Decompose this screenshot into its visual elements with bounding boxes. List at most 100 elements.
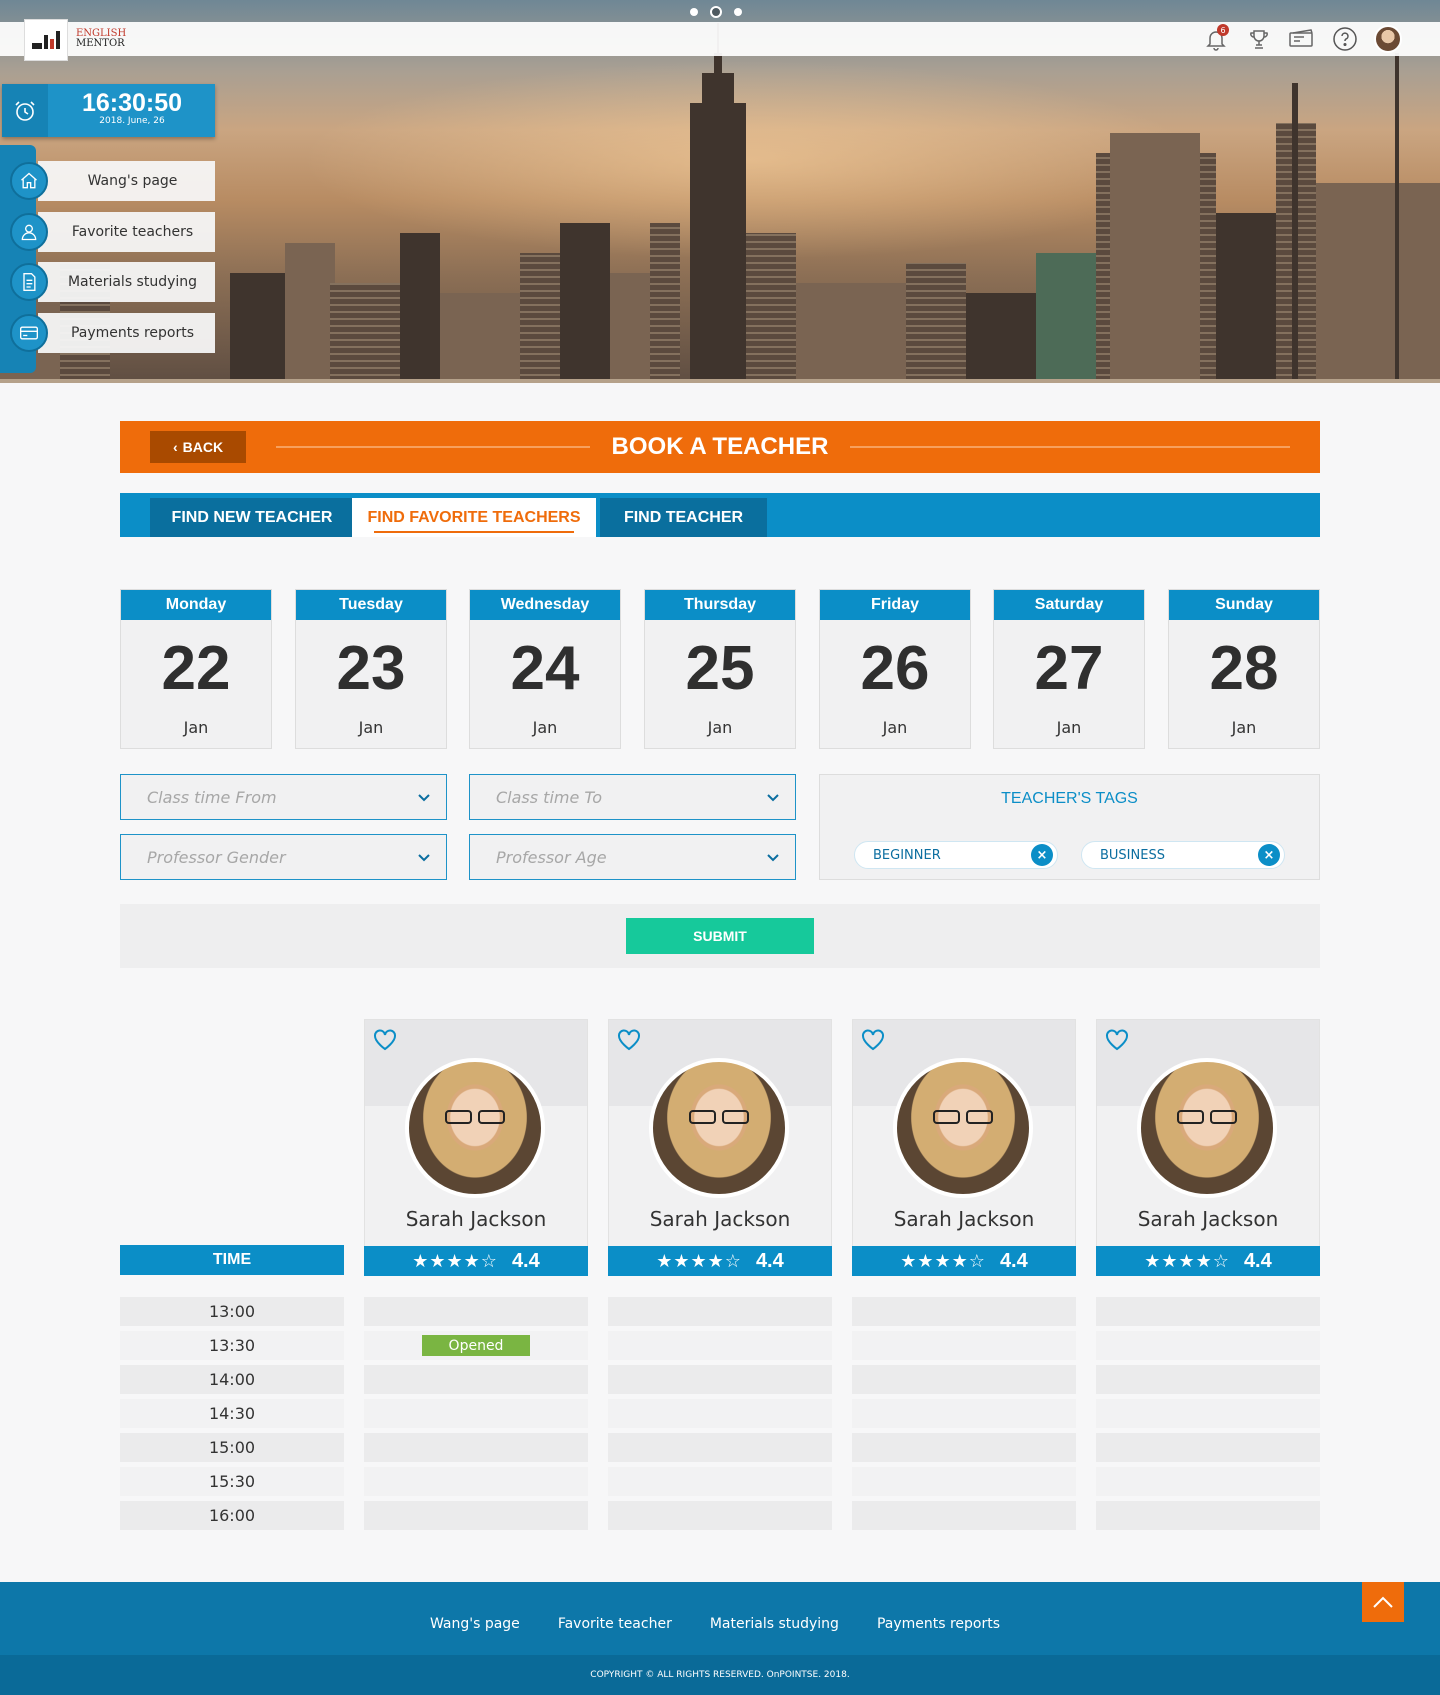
remove-tag-icon[interactable]: × <box>1031 844 1053 866</box>
copyright-text: COPYRIGHT © ALL RIGHTS RESERVED. OnPOINT… <box>0 1655 1440 1695</box>
day-card[interactable]: Friday 26 Jan <box>819 589 971 749</box>
sidebar-item-payments-reports[interactable]: Payments reports <box>10 313 215 353</box>
credit-card-icon <box>10 314 48 352</box>
remove-tag-icon[interactable]: × <box>1258 844 1280 866</box>
slot-cell[interactable] <box>1096 1297 1320 1326</box>
slot-cell[interactable] <box>1096 1467 1320 1496</box>
scroll-to-top-button[interactable] <box>1362 1582 1404 1622</box>
divider-line <box>850 446 1290 448</box>
slot-cell[interactable] <box>1096 1365 1320 1394</box>
slot-cell[interactable] <box>364 1365 588 1394</box>
slot-cell[interactable] <box>364 1433 588 1462</box>
opened-slot-badge[interactable]: Opened <box>422 1335 530 1356</box>
sidebar-item-label: Payments reports <box>38 313 215 353</box>
carousel-dot[interactable] <box>734 8 742 16</box>
carousel-dots <box>690 6 742 18</box>
day-name: Tuesday <box>296 590 446 620</box>
day-card[interactable]: Thursday 25 Jan <box>644 589 796 749</box>
tab-bar: FIND NEW TEACHER FIND FAVORITE TEACHERS … <box>120 493 1320 537</box>
slot-cell[interactable] <box>608 1365 832 1394</box>
teacher-card[interactable]: Sarah Jackson ★★★★☆ 4.4 <box>364 1019 588 1276</box>
teacher-card[interactable]: Sarah Jackson ★★★★☆ 4.4 <box>1096 1019 1320 1276</box>
slot-cell[interactable] <box>852 1365 1076 1394</box>
day-card[interactable]: Sunday 28 Jan <box>1168 589 1320 749</box>
select-placeholder: Professor Gender <box>147 847 286 867</box>
footer-link-materials-studying[interactable]: Materials studying <box>710 1616 839 1632</box>
day-card[interactable]: Monday 22 Jan <box>120 589 272 749</box>
slot-cell[interactable]: Opened <box>364 1331 588 1360</box>
day-card[interactable]: Tuesday 23 Jan <box>295 589 447 749</box>
day-month: Jan <box>882 718 908 737</box>
class-time-to-select[interactable]: Class time To <box>469 774 796 820</box>
professor-age-select[interactable]: Professor Age <box>469 834 796 880</box>
heart-icon[interactable] <box>373 1029 397 1051</box>
class-time-from-select[interactable]: Class time From <box>120 774 447 820</box>
footer-link-wangs-page[interactable]: Wang's page <box>430 1616 520 1632</box>
slot-cell[interactable] <box>852 1433 1076 1462</box>
slot-cell[interactable] <box>1096 1433 1320 1462</box>
carousel-dot[interactable] <box>690 8 698 16</box>
heart-icon[interactable] <box>1105 1029 1129 1051</box>
tab-find-favorite-teachers[interactable]: FIND FAVORITE TEACHERS <box>352 498 596 537</box>
day-card[interactable]: Wednesday 24 Jan <box>469 589 621 749</box>
header-icons: 6 <box>1202 24 1402 53</box>
slot-cell[interactable] <box>608 1297 832 1326</box>
slot-cell[interactable] <box>608 1467 832 1496</box>
rating-score: 4.4 <box>755 1249 784 1272</box>
logo[interactable] <box>24 19 68 61</box>
back-button[interactable]: ‹ BACK <box>150 431 246 463</box>
help-icon[interactable] <box>1331 25 1359 53</box>
slot-cell[interactable] <box>852 1331 1076 1360</box>
sidebar-item-wangs-page[interactable]: Wang's page <box>10 161 215 201</box>
slot-cell[interactable] <box>852 1399 1076 1428</box>
bell-icon[interactable]: 6 <box>1202 24 1230 53</box>
sidebar-item-label: Favorite teachers <box>38 212 215 252</box>
slot-cell[interactable] <box>364 1399 588 1428</box>
sidebar-item-materials-studying[interactable]: Materials studying <box>10 262 215 302</box>
slot-cell[interactable] <box>364 1467 588 1496</box>
carousel-dot-active[interactable] <box>710 6 722 18</box>
teacher-card[interactable]: Sarah Jackson ★★★★☆ 4.4 <box>608 1019 832 1276</box>
schedule-row: 15:30 <box>120 1467 1320 1496</box>
select-placeholder: Class time To <box>496 787 602 807</box>
ticket-icon[interactable] <box>1288 25 1316 53</box>
slot-cell[interactable] <box>608 1433 832 1462</box>
slot-cell[interactable] <box>608 1501 832 1530</box>
teacher-photo <box>1137 1058 1277 1198</box>
select-placeholder: Professor Age <box>496 847 607 867</box>
day-name: Sunday <box>1169 590 1319 620</box>
user-avatar[interactable] <box>1374 25 1402 53</box>
teacher-rating: ★★★★☆ 4.4 <box>852 1246 1076 1276</box>
slot-cell[interactable] <box>364 1297 588 1326</box>
footer-link-favorite-teacher[interactable]: Favorite teacher <box>558 1616 672 1632</box>
day-month: Jan <box>532 718 558 737</box>
submit-button[interactable]: SUBMIT <box>626 918 814 954</box>
sidebar-item-favorite-teachers[interactable]: Favorite teachers <box>10 212 215 252</box>
slot-cell[interactable] <box>608 1331 832 1360</box>
teacher-rating: ★★★★☆ 4.4 <box>364 1246 588 1276</box>
clock-widget: 16:30:50 2018. June, 26 <box>2 84 215 137</box>
heart-icon[interactable] <box>861 1029 885 1051</box>
slot-cell[interactable] <box>1096 1331 1320 1360</box>
slot-cell[interactable] <box>852 1501 1076 1530</box>
slot-cell[interactable] <box>364 1501 588 1530</box>
chevron-up-icon <box>1373 1596 1393 1608</box>
slot-cell[interactable] <box>852 1297 1076 1326</box>
slot-cell[interactable] <box>852 1467 1076 1496</box>
chevron-down-icon <box>418 854 430 862</box>
footer-link-payments-reports[interactable]: Payments reports <box>877 1616 1000 1632</box>
slot-cell[interactable] <box>1096 1501 1320 1530</box>
schedule-row: 14:30 <box>120 1399 1320 1428</box>
slot-cell[interactable] <box>608 1399 832 1428</box>
professor-gender-select[interactable]: Professor Gender <box>120 834 447 880</box>
slot-cell[interactable] <box>1096 1399 1320 1428</box>
tab-find-teacher[interactable]: FIND TEACHER <box>600 498 767 537</box>
tab-find-new-teacher[interactable]: FIND NEW TEACHER <box>150 498 354 537</box>
heart-icon[interactable] <box>617 1029 641 1051</box>
teacher-name: Sarah Jackson <box>893 1207 1035 1231</box>
clock-date: 2018. June, 26 <box>99 116 165 126</box>
day-number: 22 <box>161 634 231 703</box>
trophy-icon[interactable] <box>1245 25 1273 53</box>
teacher-card[interactable]: Sarah Jackson ★★★★☆ 4.4 <box>852 1019 1076 1276</box>
day-card[interactable]: Saturday 27 Jan <box>993 589 1145 749</box>
